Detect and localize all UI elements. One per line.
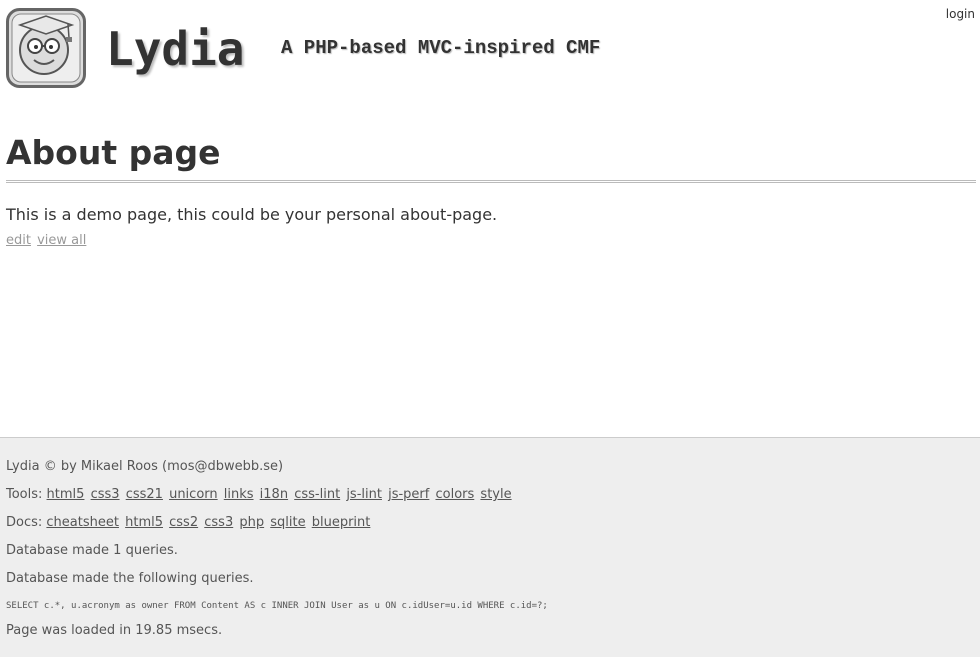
graduate-face-icon[interactable] [6, 8, 86, 88]
doc-link-blueprint[interactable]: blueprint [312, 515, 371, 530]
footer-tools: Tools: html5 css3 css21 unicorn links i1… [6, 486, 514, 504]
db-query-sql: SELECT c.*, u.acronym as owner FROM Cont… [6, 601, 548, 611]
tool-link-unicorn[interactable]: unicorn [169, 487, 218, 502]
main-content: About page This is a demo page, this cou… [6, 130, 976, 248]
tool-link-style[interactable]: style [480, 487, 511, 502]
view-all-link[interactable]: view all [37, 233, 86, 248]
site-title[interactable]: Lydia [106, 20, 244, 78]
tools-label: Tools: [6, 487, 43, 502]
page-title: About page [6, 130, 976, 183]
page-body: This is a demo page, this could be your … [6, 205, 498, 224]
site-footer: Lydia © by Mikael Roos (mos@dbwebb.se) T… [0, 437, 980, 657]
edit-link[interactable]: edit [6, 233, 31, 248]
footer-credit: Lydia © by Mikael Roos (mos@dbwebb.se) [6, 459, 284, 474]
site-header: Lydia A PHP-based MVC-inspired CMF login [0, 0, 980, 100]
docs-label: Docs: [6, 515, 43, 530]
tool-link-links[interactable]: links [224, 487, 254, 502]
login-link[interactable]: login [946, 7, 975, 21]
doc-link-php[interactable]: php [239, 515, 264, 530]
tool-link-css3[interactable]: css3 [91, 487, 120, 502]
footer-docs: Docs: cheatsheet html5 css2 css3 php sql… [6, 514, 372, 532]
doc-link-sqlite[interactable]: sqlite [270, 515, 305, 530]
doc-link-css3[interactable]: css3 [204, 515, 233, 530]
tool-link-js-perf[interactable]: js-perf [388, 487, 429, 502]
tool-link-html5[interactable]: html5 [47, 487, 85, 502]
doc-link-cheatsheet[interactable]: cheatsheet [46, 515, 119, 530]
tool-link-css-lint[interactable]: css-lint [294, 487, 340, 502]
tool-link-i18n[interactable]: i18n [260, 487, 288, 502]
doc-link-html5[interactable]: html5 [125, 515, 163, 530]
site-slogan: A PHP-based MVC-inspired CMF [281, 37, 601, 59]
page-load-time: Page was loaded in 19.85 msecs. [6, 623, 223, 638]
db-query-count: Database made 1 queries. [6, 543, 178, 558]
tool-link-colors[interactable]: colors [435, 487, 474, 502]
doc-link-css2[interactable]: css2 [169, 515, 198, 530]
db-query-heading: Database made the following queries. [6, 571, 254, 586]
tool-link-js-lint[interactable]: js-lint [346, 487, 382, 502]
content-actions: edit view all [6, 233, 976, 248]
tool-link-css21[interactable]: css21 [126, 487, 163, 502]
